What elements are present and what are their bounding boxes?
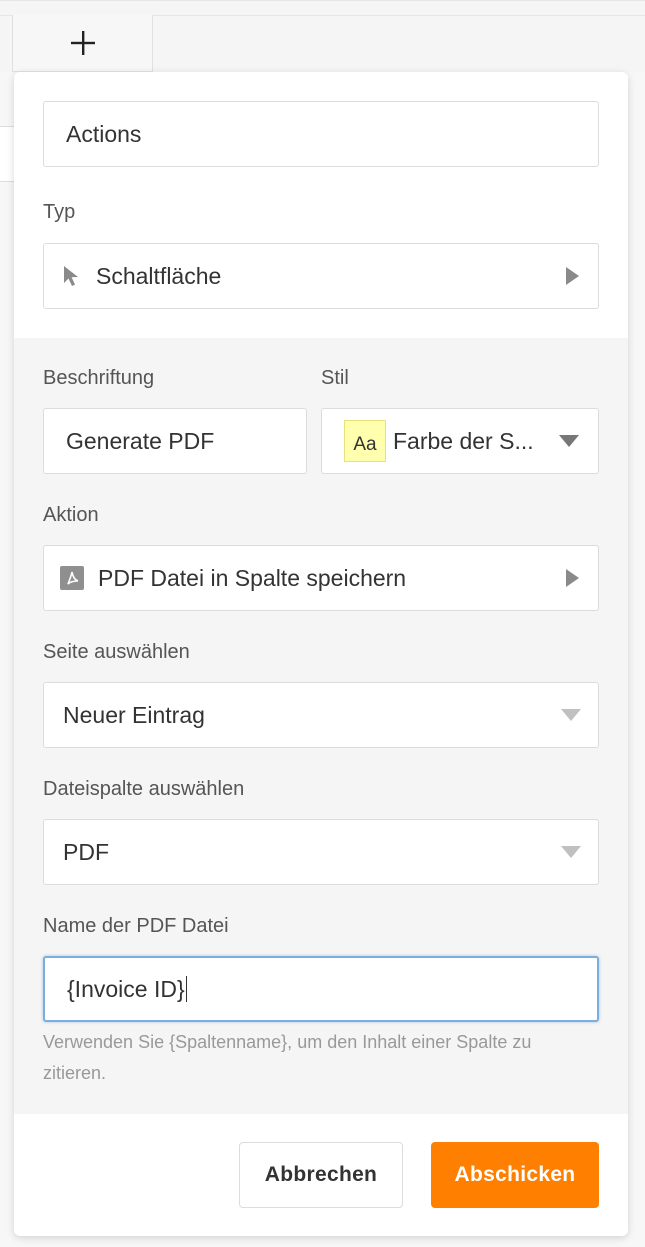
column-name-value: Actions	[66, 120, 142, 147]
type-label: Typ	[43, 201, 76, 223]
style-label: Stil	[321, 367, 349, 389]
text-caret	[185, 976, 187, 1002]
submit-button[interactable]: Abschicken	[431, 1142, 599, 1208]
caption-label: Beschriftung	[43, 367, 155, 389]
add-column-button[interactable]	[12, 15, 153, 72]
column-name-input[interactable]: Actions	[43, 101, 599, 167]
style-swatch: Aa	[344, 420, 386, 462]
table-header-bar	[0, 0, 645, 72]
pdf-name-input[interactable]: {Invoice ID}	[43, 956, 599, 1022]
type-value: Schaltfläche	[96, 262, 222, 289]
cancel-button[interactable]: Abbrechen	[239, 1142, 403, 1208]
page-select[interactable]: Neuer Eintrag	[43, 682, 599, 748]
file-column-value: PDF	[63, 838, 109, 865]
pdf-name-value: {Invoice ID}	[67, 975, 185, 1002]
action-select[interactable]: PDF Datei in Spalte speichern	[43, 545, 599, 611]
chevron-down-icon	[561, 709, 581, 721]
chevron-down-icon	[559, 435, 579, 447]
style-value: Farbe der S...	[393, 427, 534, 454]
pdf-name-label: Name der PDF Datei	[43, 915, 229, 937]
caption-input[interactable]: Generate PDF	[43, 408, 307, 474]
pdf-name-hint: Verwenden Sie {Spaltenname}, um den Inha…	[43, 1032, 532, 1083]
file-column-label: Dateispalte auswählen	[43, 778, 245, 800]
plus-icon	[70, 31, 95, 55]
type-select[interactable]: Schaltfläche	[43, 243, 599, 309]
settings-section: Beschriftung Generate PDF Stil Aa Farbe …	[14, 338, 628, 1114]
chevron-right-icon	[566, 267, 579, 285]
cursor-arrow-icon	[64, 266, 78, 286]
file-column-select[interactable]: PDF	[43, 819, 599, 885]
table-cell-edge	[0, 126, 14, 182]
style-select[interactable]: Aa Farbe der S...	[321, 408, 599, 474]
pdf-icon	[60, 566, 84, 590]
page-label: Seite auswählen	[43, 641, 190, 663]
action-value: PDF Datei in Spalte speichern	[98, 564, 407, 591]
chevron-right-icon	[566, 569, 579, 587]
action-label: Aktion	[43, 504, 99, 526]
chevron-down-icon	[561, 846, 581, 858]
column-settings-dialog: Actions Typ Schaltfläche Beschriftung Ge…	[14, 72, 628, 1236]
page-value: Neuer Eintrag	[63, 701, 205, 728]
caption-value: Generate PDF	[66, 427, 215, 454]
